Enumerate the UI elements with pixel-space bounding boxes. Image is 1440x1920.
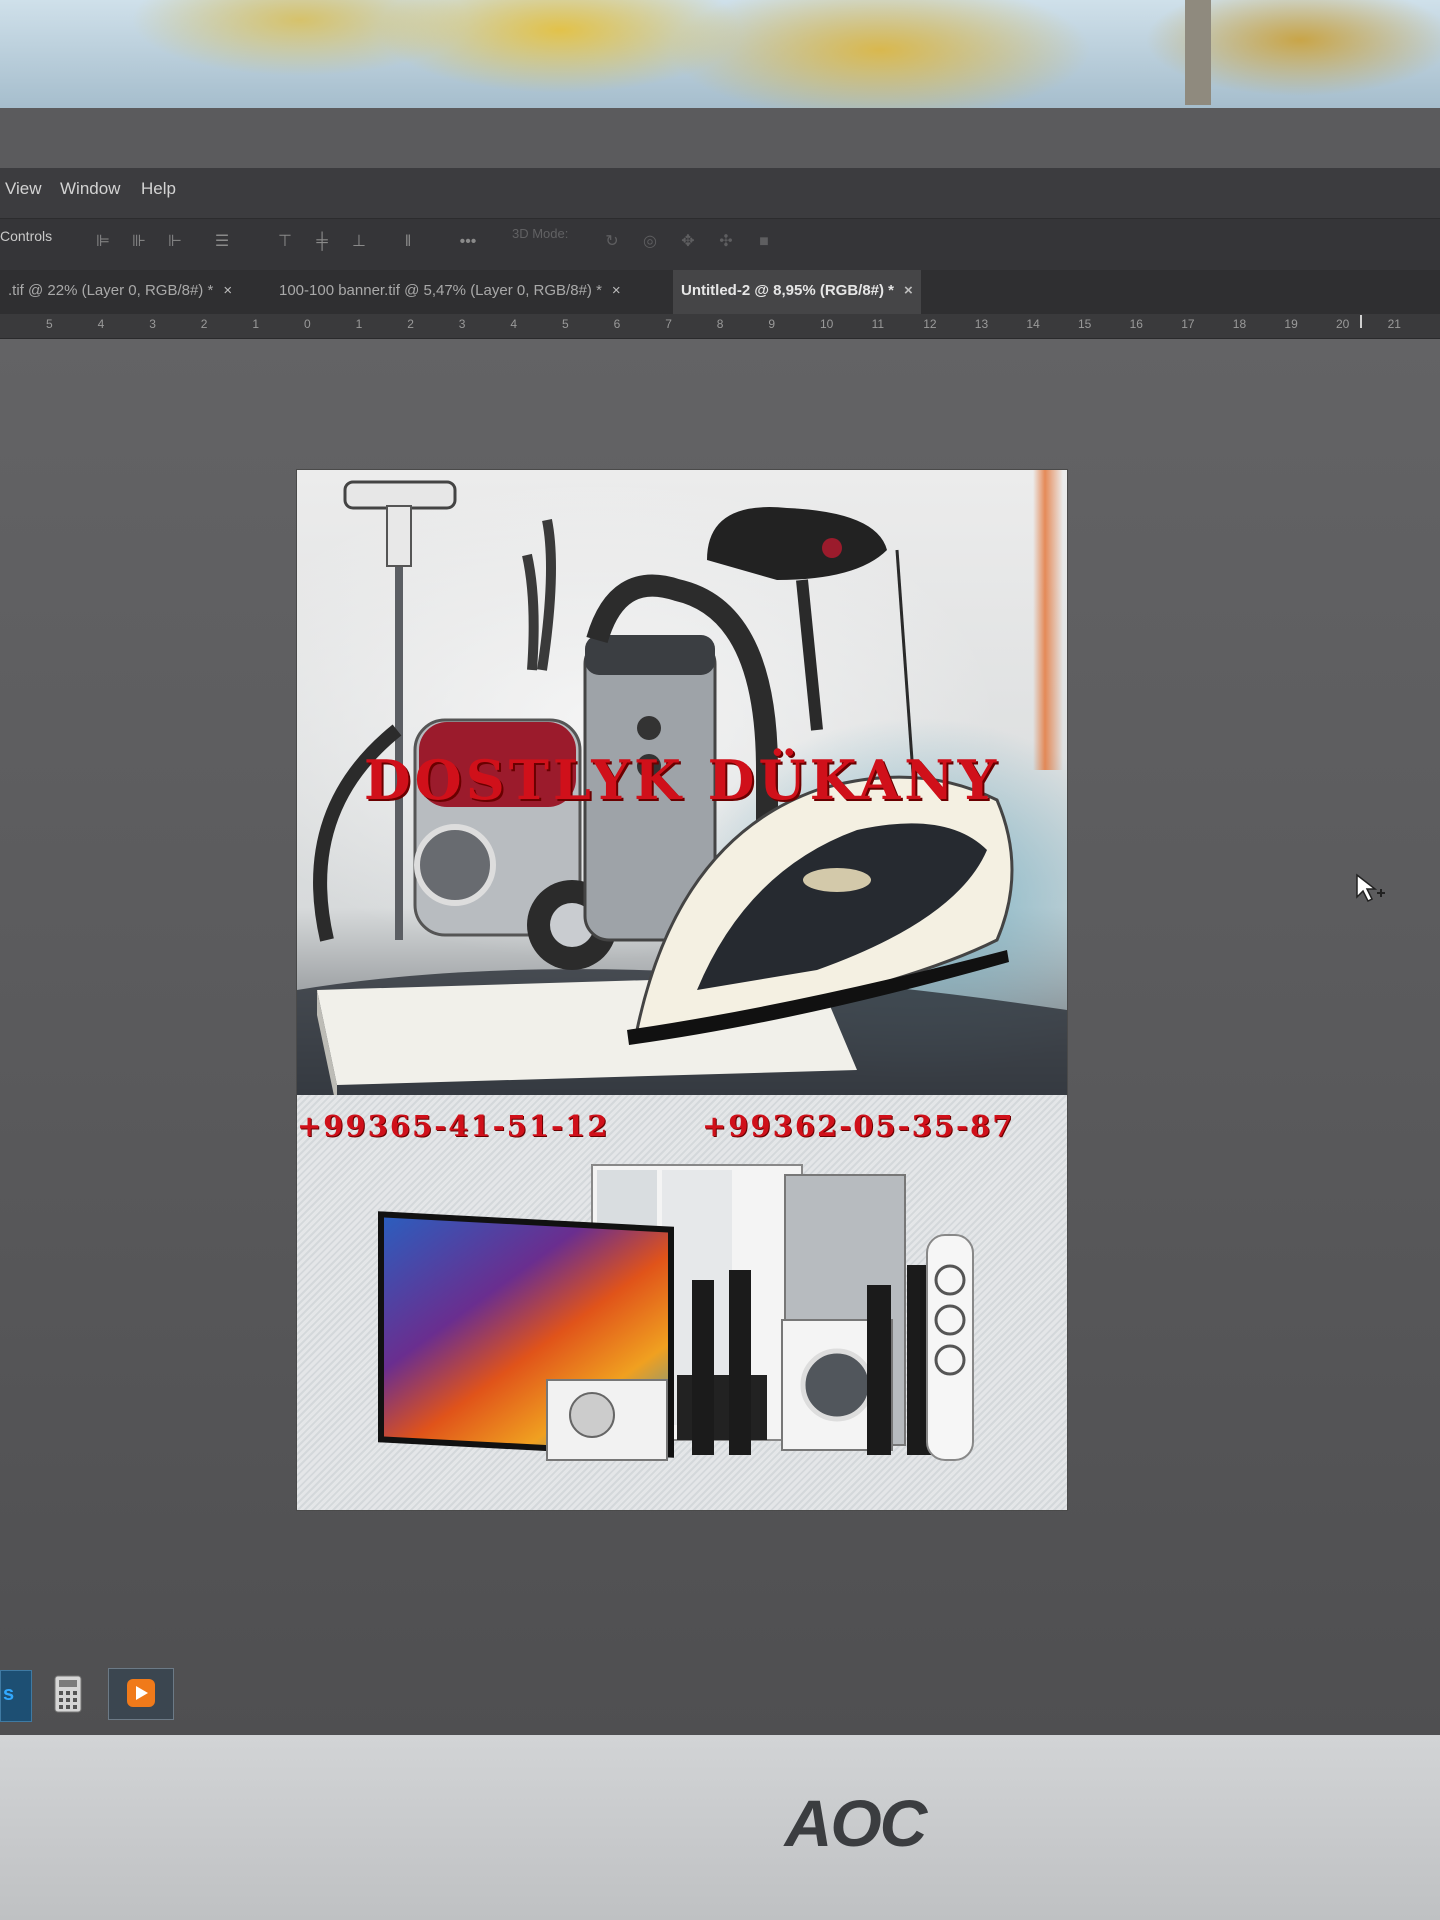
menu-view[interactable]: View (5, 179, 42, 199)
large-appliances-illustration (378, 1164, 974, 1461)
close-icon[interactable]: × (612, 282, 621, 299)
ruler-number: 9 (768, 317, 776, 331)
ruler-number: 3 (149, 317, 156, 331)
ruler-number: 8 (716, 317, 724, 331)
media-player-icon[interactable] (108, 1668, 174, 1720)
tab-label: 100-100 banner.tif @ 5,47% (Layer 0, RGB… (279, 282, 602, 299)
monitor: View Window Help Controls ⊫ ⊪ ⊩ ☰ ⊤ ╪ ⊥ … (0, 108, 1440, 1920)
decor-streak (1033, 470, 1063, 770)
ruler-number: 4 (510, 317, 518, 331)
camera-3d-icon[interactable]: ■ (754, 233, 774, 251)
tab-label: Untitled-2 @ 8,95% (RGB/8#) * (681, 282, 895, 299)
ruler-number: 21 (1387, 317, 1401, 331)
slide-3d-icon[interactable]: ✣ (716, 233, 736, 251)
ruler-number: 0 (304, 317, 311, 331)
ruler-number: 7 (665, 317, 672, 331)
ruler-number: 1 (252, 317, 260, 331)
poster-phone-1: +99365-41-51-12 (297, 1109, 610, 1143)
ruler-number: 16 (1129, 317, 1143, 331)
ruler-number: 6 (613, 317, 621, 331)
background-foliage (0, 0, 1440, 125)
align-left-icon[interactable]: ⊫ (93, 233, 113, 251)
distribute-vertical-icon[interactable]: ‖ (398, 233, 418, 251)
monitor-brand-logo: AOC (784, 1786, 928, 1860)
close-icon[interactable]: × (904, 282, 913, 299)
ruler-number: 2 (200, 317, 208, 331)
poster-title: DOSTLYK DÜKANY (363, 748, 1001, 812)
options-label: Controls (0, 228, 53, 244)
document-canvas[interactable] (297, 470, 1067, 1510)
tree-trunk (1185, 0, 1211, 105)
align-center-icon[interactable]: ⊪ (129, 233, 149, 251)
roll-3d-icon[interactable]: ◎ (640, 233, 660, 251)
pan-3d-icon[interactable]: ✥ (678, 233, 698, 251)
ruler-number: 1 (355, 317, 363, 331)
ruler-number: 20 (1336, 317, 1350, 331)
ruler-number: 12 (923, 317, 937, 331)
ruler-number: 10 (820, 317, 834, 331)
large-appliances-artwork (297, 1095, 1067, 1510)
ruler-number: 4 (97, 317, 105, 331)
distribute-icon[interactable]: ☰ (212, 233, 232, 251)
ruler-number: 5 (46, 317, 53, 331)
orbit-3d-icon[interactable]: ↻ (602, 233, 622, 251)
screen: View Window Help Controls ⊫ ⊪ ⊩ ☰ ⊤ ╪ ⊥ … (0, 108, 1440, 1738)
ruler-number: 17 (1181, 317, 1195, 331)
tab-document-1[interactable]: .tif @ 22% (Layer 0, RGB/8#) * × (0, 270, 240, 314)
ruler-number: 2 (407, 317, 414, 331)
align-right-icon[interactable]: ⊩ (165, 233, 185, 251)
more-icon[interactable]: ••• (458, 233, 478, 251)
move-cursor-icon (1356, 873, 1385, 903)
ruler-number: 13 (974, 317, 989, 331)
ruler-number: 5 (562, 317, 569, 331)
tab-document-2[interactable]: 100-100 banner.tif @ 5,47% (Layer 0, RGB… (271, 270, 629, 314)
menu-help[interactable]: Help (141, 179, 176, 199)
poster-phone-2: +99362-05-35-87 (702, 1109, 1015, 1143)
ruler-number: 11 (871, 317, 885, 331)
tab-label: .tif @ 22% (Layer 0, RGB/8#) * (8, 282, 214, 299)
mode-3d-label: 3D Mode: (512, 226, 569, 241)
ruler-number: 18 (1232, 317, 1247, 331)
align-bottom-icon[interactable]: ⊥ (349, 233, 369, 251)
tab-document-3[interactable]: Untitled-2 @ 8,95% (RGB/8#) * × (673, 270, 921, 314)
ruler-number: 3 (458, 317, 466, 331)
ruler-position-marker (1360, 315, 1362, 328)
menu-window[interactable]: Window (60, 179, 120, 199)
align-top-icon[interactable]: ⊤ (275, 233, 295, 251)
calculator-icon[interactable] (52, 1674, 88, 1724)
ruler-number: 15 (1078, 317, 1092, 331)
ruler-number: 19 (1284, 317, 1298, 331)
menu-bar (0, 168, 1440, 218)
close-icon[interactable]: × (223, 282, 232, 299)
photoshop-icon[interactable]: s (0, 1670, 32, 1722)
ruler-number: 14 (1026, 317, 1040, 331)
align-middle-icon[interactable]: ╪ (312, 233, 332, 251)
